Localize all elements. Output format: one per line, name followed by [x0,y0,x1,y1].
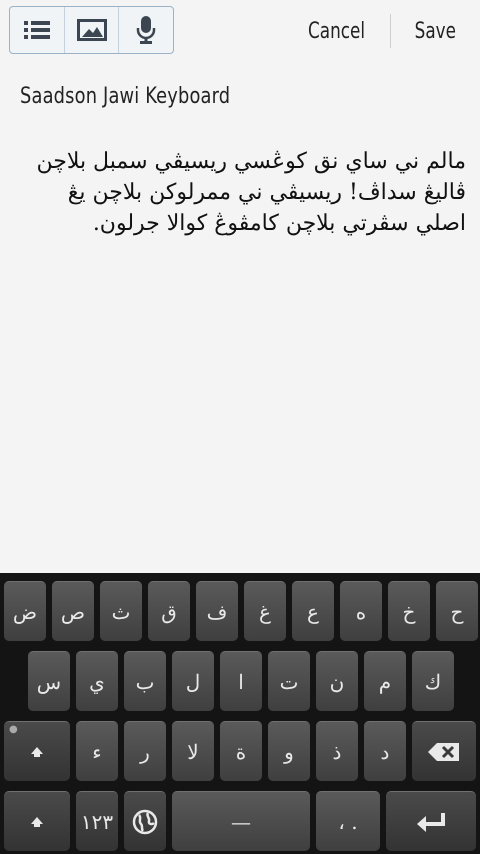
backspace-key[interactable] [412,721,476,781]
key-dhal[interactable]: ذ [316,721,358,781]
key-ba[interactable]: ب [124,651,166,711]
key-fa[interactable]: ف [196,581,238,641]
key-ta[interactable]: ت [268,651,310,711]
key-hint-dot: ● [9,724,18,735]
key-mim[interactable]: م [364,651,406,711]
key-ain[interactable]: ع [292,581,334,641]
actions-divider [390,14,392,48]
key-kha[interactable]: خ [388,581,430,641]
punctuation-key[interactable]: ، . [316,791,380,851]
key-ya[interactable]: ي [76,651,118,711]
enter-icon [417,812,445,832]
language-key[interactable] [124,791,166,851]
cancel-button[interactable]: Cancel [308,19,365,44]
note-body[interactable]: مالم ني ساي نق كوڠسي ريسيڤي سمبل بلاچن ڤ… [20,146,466,239]
keyboard: ض ص ث ق ف غ ع ه خ ح س ي ب ل ا ت ن م ك ● … [0,573,480,854]
key-sin[interactable]: س [28,651,70,711]
key-kaf[interactable]: ك [412,651,454,711]
shift-key-secondary[interactable] [4,791,70,851]
list-icon [23,21,50,39]
format-toolbar [9,6,174,54]
shift-key[interactable]: ● [4,721,70,781]
globe-icon [132,809,158,834]
key-dal[interactable]: د [364,721,406,781]
key-ra[interactable]: ر [124,721,166,781]
key-tha[interactable]: ث [100,581,142,641]
insert-image-button[interactable] [65,7,120,53]
numbers-key[interactable]: ١٢٣ [76,791,118,851]
key-alif[interactable]: ا [220,651,262,711]
list-button[interactable] [10,7,65,53]
key-lam[interactable]: ل [172,651,214,711]
save-button[interactable]: Save [415,19,456,44]
space-key[interactable]: — [172,791,310,851]
key-sad[interactable]: ص [52,581,94,641]
key-hamza[interactable]: ء [76,721,118,781]
key-ta-marbuta[interactable]: ة [220,721,262,781]
enter-key[interactable] [386,791,476,851]
image-icon [76,19,107,41]
key-qaf[interactable]: ق [148,581,190,641]
shift-arrow-icon [31,746,43,757]
shift-arrow-icon [31,816,43,827]
microphone-icon [136,16,156,44]
voice-input-button[interactable] [119,7,173,53]
backspace-icon [428,742,459,761]
key-nun[interactable]: ن [316,651,358,711]
top-actions: Cancel Save [303,14,460,48]
key-dad[interactable]: ض [4,581,46,641]
key-waw[interactable]: و [268,721,310,781]
note-title[interactable]: Saadson Jawi Keyboard [20,84,230,109]
key-ghain[interactable]: غ [244,581,286,641]
key-ha[interactable]: ه [340,581,382,641]
key-hha[interactable]: ح [436,581,478,641]
key-lam-alif[interactable]: لا [172,721,214,781]
